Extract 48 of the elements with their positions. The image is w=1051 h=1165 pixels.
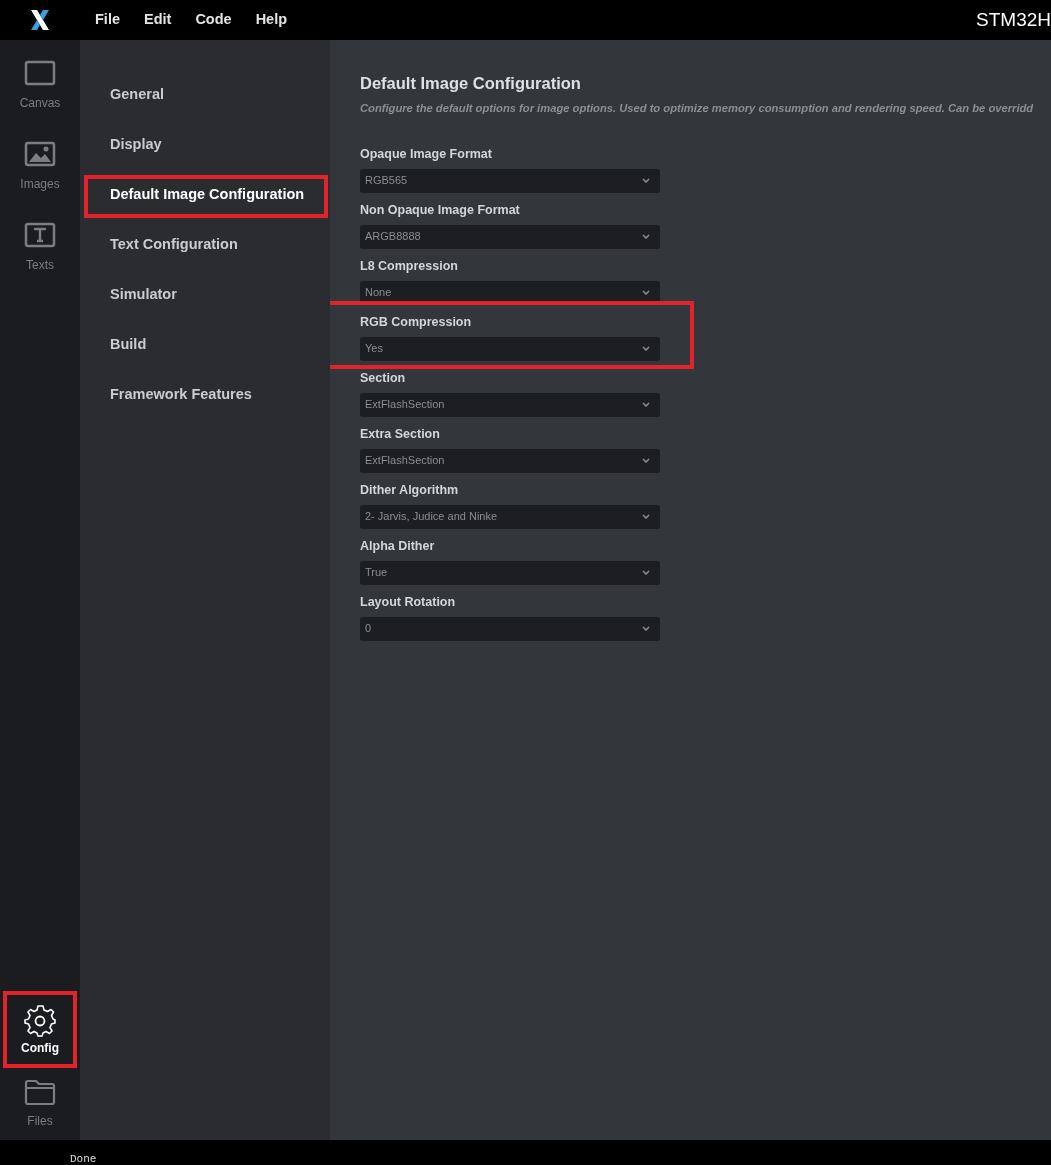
field-label: Non Opaque Image Format bbox=[360, 201, 521, 219]
settings-nav-item[interactable]: Framework Features bbox=[110, 384, 252, 406]
chevron-down-icon bbox=[642, 514, 650, 520]
field-label: Section bbox=[360, 369, 407, 387]
section-description: Configure the default options for image options. Used to optimize memory consumption and rendering speed. Can be overridd bbox=[360, 100, 1035, 116]
chevron-down-icon bbox=[642, 402, 650, 408]
dropdown[interactable]: True bbox=[360, 560, 660, 585]
chevron-down-icon bbox=[642, 458, 650, 464]
chevron-down-icon bbox=[642, 570, 650, 576]
tool-tab[interactable]: Images bbox=[20, 175, 60, 193]
settings-nav-item[interactable]: Text Configuration bbox=[110, 234, 238, 256]
field-label: Opaque Image Format bbox=[360, 145, 493, 163]
settings-nav-item[interactable]: Default Image Configuration bbox=[110, 184, 305, 206]
tool-tab[interactable]: Texts bbox=[26, 256, 54, 274]
tool-tab[interactable]: Canvas bbox=[19, 94, 61, 112]
logo-icon bbox=[29, 9, 51, 31]
chevron-down-icon bbox=[642, 178, 650, 184]
menu-item[interactable]: Edit bbox=[144, 9, 172, 31]
settings-nav-item[interactable]: Simulator bbox=[110, 284, 177, 306]
dropdown[interactable]: ExtFlashSection bbox=[360, 448, 660, 473]
dropdown[interactable]: RGB565 bbox=[360, 168, 660, 193]
dropdown[interactable]: ExtFlashSection bbox=[360, 392, 660, 417]
settings-nav-item[interactable]: Display bbox=[110, 134, 162, 156]
field-label: Alpha Dither bbox=[360, 537, 436, 555]
menu-item[interactable]: Help bbox=[255, 9, 288, 31]
dropdown[interactable]: ARGB8888 bbox=[360, 224, 660, 249]
tool-tab[interactable]: Config bbox=[21, 1039, 59, 1057]
menu-item[interactable]: Code bbox=[195, 9, 232, 31]
tool-tab[interactable]: Files bbox=[27, 1112, 53, 1130]
dropdown[interactable]: Yes bbox=[360, 336, 660, 361]
chevron-down-icon bbox=[642, 346, 650, 352]
field-label: Layout Rotation bbox=[360, 593, 457, 611]
field-label: Extra Section bbox=[360, 425, 441, 443]
field-label: RGB Compression bbox=[360, 313, 473, 331]
console-line: Done bbox=[70, 1153, 97, 1165]
field-label: L8 Compression bbox=[360, 257, 459, 275]
dropdown[interactable]: 2- Jarvis, Judice and Ninke bbox=[360, 504, 660, 529]
settings-nav-item[interactable]: Build bbox=[110, 334, 147, 356]
field-label: Dither Algorithm bbox=[360, 481, 460, 499]
dropdown[interactable]: 0 bbox=[360, 616, 660, 641]
section-title: Default Image Configuration bbox=[360, 73, 582, 94]
chevron-down-icon bbox=[642, 290, 650, 296]
settings-nav-item[interactable]: General bbox=[110, 84, 164, 106]
settings-icon bbox=[24, 1004, 56, 1038]
chevron-down-icon bbox=[642, 234, 650, 240]
app-title: STM32H bbox=[976, 7, 1051, 32]
menu-item[interactable]: File bbox=[95, 9, 120, 31]
chevron-down-icon bbox=[642, 626, 650, 632]
